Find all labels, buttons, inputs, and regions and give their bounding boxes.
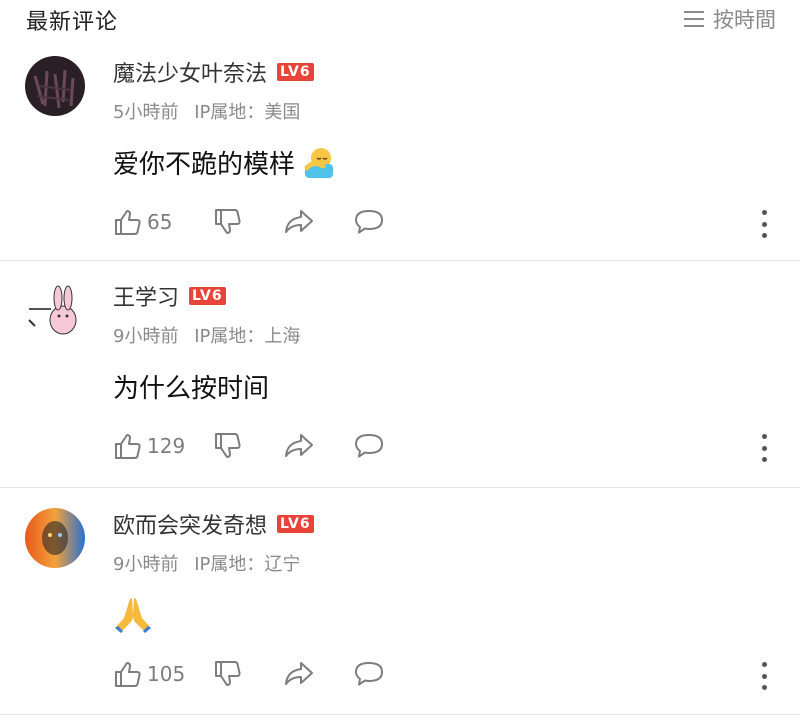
comment-text: 爱你不跪的模样 xyxy=(113,144,337,181)
like-button[interactable]: 65 xyxy=(113,207,213,237)
avatar[interactable] xyxy=(25,56,85,116)
more-icon[interactable] xyxy=(754,210,774,238)
share-button[interactable] xyxy=(283,208,353,236)
comment-text: 为什么按时间 xyxy=(113,368,269,405)
share-button[interactable] xyxy=(283,432,353,460)
divider xyxy=(0,714,800,715)
comment-meta: 9小時前 IP属地：上海 xyxy=(113,322,310,348)
more-icon[interactable] xyxy=(754,662,774,690)
comment-icon xyxy=(355,210,383,234)
avatar[interactable] xyxy=(25,280,85,340)
thumbs-down-icon xyxy=(215,661,241,686)
share-icon xyxy=(285,210,313,233)
dislike-button[interactable] xyxy=(213,431,283,461)
thumbs-down-icon xyxy=(215,433,241,458)
dislike-button[interactable] xyxy=(213,207,283,237)
comment-time: 9小時前 xyxy=(113,326,179,347)
more-icon[interactable] xyxy=(754,434,774,462)
reply-button[interactable] xyxy=(353,660,385,688)
ip-location: IP属地：美国 xyxy=(194,102,301,123)
share-button[interactable] xyxy=(283,660,353,688)
comment-text-content: 爱你不跪的模样 xyxy=(113,150,296,180)
comment-meta: 9小時前 IP属地：辽宁 xyxy=(113,550,310,576)
avatar[interactable] xyxy=(25,508,85,568)
reply-button[interactable] xyxy=(353,432,385,460)
username[interactable]: 欧而会突发奇想 xyxy=(113,508,267,540)
divider xyxy=(0,260,800,261)
username[interactable]: 魔法少女叶奈法 xyxy=(113,56,267,88)
comments-header: 最新评论 按時間 xyxy=(0,0,800,40)
comment-time: 9小時前 xyxy=(113,554,179,575)
comment-icon xyxy=(355,662,383,686)
hug-emoji-icon xyxy=(301,146,337,180)
comment-item: 魔法少女叶奈法 LV6 5小時前 IP属地：美国 爱你不跪的模样 65 xyxy=(0,40,800,268)
share-icon xyxy=(285,662,313,685)
divider xyxy=(0,487,800,488)
dislike-button[interactable] xyxy=(213,659,283,689)
comment-meta: 5小時前 IP属地：美国 xyxy=(113,98,310,124)
comment-text-content: 为什么按时间 xyxy=(113,374,270,404)
comment-item: 王学习 LV6 9小時前 IP属地：上海 为什么按时间 129 xyxy=(0,264,800,492)
like-count: 105 xyxy=(147,662,186,686)
sort-icon xyxy=(684,11,704,27)
reply-button[interactable] xyxy=(353,208,385,236)
thumbs-up-icon xyxy=(115,662,141,687)
like-count: 129 xyxy=(147,434,186,458)
share-icon xyxy=(285,434,313,457)
level-badge: LV6 xyxy=(277,515,314,533)
like-button[interactable]: 105 xyxy=(113,659,213,689)
sort-label: 按時間 xyxy=(713,8,776,32)
like-button[interactable]: 129 xyxy=(113,431,213,461)
like-count: 65 xyxy=(147,210,173,234)
ip-location: IP属地：辽宁 xyxy=(194,554,301,575)
pray-emoji-icon xyxy=(113,596,153,634)
comment-icon xyxy=(355,434,383,458)
thumbs-up-icon xyxy=(115,210,141,235)
username[interactable]: 王学习 xyxy=(113,280,179,312)
comment-time: 5小時前 xyxy=(113,102,179,123)
ip-location: IP属地：上海 xyxy=(194,326,301,347)
thumbs-down-icon xyxy=(215,209,241,234)
level-badge: LV6 xyxy=(189,287,226,305)
thumbs-up-icon xyxy=(115,434,141,459)
comment-text xyxy=(113,596,153,634)
level-badge: LV6 xyxy=(277,63,314,81)
section-title: 最新评论 xyxy=(26,10,119,35)
comment-item: 欧而会突发奇想 LV6 9小時前 IP属地：辽宁 105 xyxy=(0,492,800,720)
sort-button[interactable]: 按時間 xyxy=(683,4,776,34)
